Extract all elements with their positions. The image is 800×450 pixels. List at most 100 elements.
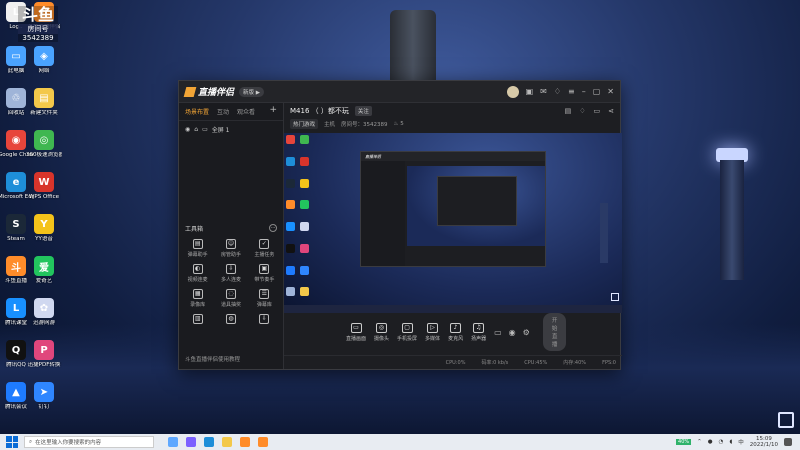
toolbox-grid: ▤ 弹幕助手 ☺ 房管助手 ✓ 主播任务 ◐ 视频连麦 ⇩ 多人连麦 ▣ 带节奏手 ▦ 录像库 ◌ 道具抽奖 ☰… (181, 239, 281, 326)
desktop-icon[interactable]: P 迅捷PDF转换 (26, 340, 62, 368)
tool-item[interactable]: ⇩ (248, 314, 281, 326)
tool-item[interactable]: ▥ (181, 314, 214, 326)
source-control[interactable]: ▷ 多媒体 (425, 322, 440, 342)
tool-item[interactable]: ☰ 弹幕库 (248, 289, 281, 308)
source-control[interactable]: ◎ 摄像头 (374, 322, 389, 342)
desktop-icon[interactable]: ✿ 迅游网游 (26, 298, 62, 326)
close-icon[interactable]: ✕ (607, 87, 614, 96)
tab-audience[interactable]: 观众看 (237, 107, 255, 116)
tab-interact[interactable]: 互动 (217, 107, 229, 116)
taskview-icon[interactable] (186, 437, 196, 447)
app-icon: W (34, 172, 54, 192)
status-cpu-total: CPU:45% (524, 359, 548, 366)
preview-taskbar (284, 305, 622, 313)
desktop-icon[interactable]: 爱爱奇艺 (26, 256, 62, 284)
taskbar-search[interactable]: ⌕ 在这里输入你要搜索的内容 (24, 436, 154, 448)
room-title[interactable]: M416 （ ）都不玩 (290, 106, 349, 116)
live-preview[interactable]: 直播伴侣 (284, 133, 622, 313)
app-icon: ➤ (34, 382, 54, 402)
tool-item[interactable]: ▦ 录像库 (181, 289, 214, 308)
tool-icon: ◌ (225, 289, 236, 299)
clock[interactable]: 15:09 2022/1/10 (750, 436, 778, 448)
desktop-icon[interactable]: ➤ 钉钉 (26, 382, 62, 410)
bag-icon[interactable]: ▤ (565, 107, 572, 115)
app-icon: ▲ (6, 382, 26, 402)
tool-icon: ▣ (259, 264, 270, 274)
douyu-taskbar-icon[interactable] (240, 437, 250, 447)
eye-icon[interactable]: ◉ (185, 126, 190, 133)
minimize-icon[interactable]: – (582, 87, 586, 96)
taskbar-search-icon[interactable] (168, 437, 178, 447)
preview-mini-icon (300, 287, 309, 297)
preview-mini-icon (286, 200, 295, 210)
tool-label: 房管助手 (220, 252, 241, 258)
desktop-icon[interactable]: W WPS Office (26, 172, 62, 200)
start-button[interactable] (6, 436, 18, 448)
explorer-icon[interactable] (222, 437, 232, 447)
message-icon[interactable]: ▣ (526, 87, 534, 96)
desktop-icon-label: 网络 (38, 68, 50, 74)
title-bar[interactable]: 直播伴侣 新版 ▶ ▣ ✉ ♢ ≡ – ▢ ✕ (179, 81, 620, 103)
room-header: M416 （ ）都不玩 关注 ▤ ♢ ▭ ⋖ 热门游戏 主机 房间号：35423… (284, 103, 620, 132)
tool-item[interactable]: ▣ 带节奏手 (248, 264, 281, 283)
desktop-icon[interactable]: ▤ 新建文件夹 (26, 88, 62, 116)
tool-label: 多人连麦 (220, 277, 241, 283)
tool-item[interactable]: ◍ (214, 314, 247, 326)
lock-icon[interactable]: ⌂ (194, 126, 198, 133)
avatar[interactable] (506, 85, 519, 98)
tool-item[interactable]: ☺ 房管助手 (214, 239, 247, 258)
menu-icon[interactable]: ≡ (568, 87, 575, 96)
source-control[interactable]: ♪ 麦克风 (448, 322, 463, 342)
desktop-icon-label: YY语音 (35, 236, 53, 242)
share-icon[interactable]: ⋖ (608, 107, 614, 115)
ime-icon[interactable]: 中 (738, 438, 744, 446)
wallpaper-rock (390, 10, 436, 90)
desktop-icon[interactable]: ◎ 360极速浏览器 (26, 130, 62, 158)
heat-count: ♨ 5 (393, 121, 404, 127)
tool-item[interactable]: ◌ 道具抽奖 (214, 289, 247, 308)
app-icon: S (6, 214, 26, 234)
volume-icon[interactable]: ◖ (729, 439, 732, 445)
notification-icon[interactable] (784, 438, 792, 446)
tool-item[interactable]: ✓ 主播任务 (248, 239, 281, 258)
version-badge[interactable]: 新版 ▶ (239, 86, 264, 97)
network-icon[interactable]: ◔ (719, 439, 724, 445)
mic-icon[interactable]: ● (708, 439, 713, 445)
settings-icon[interactable]: ⚙ (523, 328, 530, 337)
tutorial-link[interactable]: 斗鱼直播伴侣使用教程 (185, 355, 240, 363)
shirt-icon[interactable]: ♢ (554, 87, 561, 96)
record-icon[interactable]: ▭ (494, 328, 502, 337)
nested-title: 直播伴侣 (361, 152, 545, 161)
source-control[interactable]: ▢ 手机投屏 (397, 322, 417, 342)
douyu-companion-taskbar-icon[interactable] (258, 437, 268, 447)
desktop-icon[interactable]: Y YY语音 (26, 214, 62, 242)
monitor-icon[interactable]: ▭ (594, 107, 601, 115)
tool-item[interactable]: ⇩ 多人连麦 (214, 264, 247, 283)
go-live-button[interactable]: 开始直播 (542, 313, 567, 351)
chevron-up-icon[interactable]: ⌃ (697, 439, 702, 445)
more-tools-icon[interactable]: ··· (269, 224, 277, 232)
follow-button[interactable]: 关注 (354, 106, 372, 116)
battery-badge[interactable]: 40% (676, 439, 692, 445)
status-bar: CPU:0% 码率:0 kb/s CPU:45% 内存:40% FPS:0 (284, 355, 622, 369)
add-scene-icon[interactable]: + (269, 106, 277, 116)
source-control[interactable]: ♫ 扬声器 (471, 322, 486, 342)
toolbox-header: 工具箱 ··· (185, 224, 277, 233)
source-control[interactable]: ▭ 直播画面 (346, 322, 366, 342)
tab-scene[interactable]: 场景布置 (185, 107, 209, 116)
tool-item[interactable]: ▤ 弹幕助手 (181, 239, 214, 258)
desktop-icon-label: 新建文件夹 (30, 110, 58, 116)
category[interactable]: 主机 (324, 120, 335, 128)
edge-icon[interactable] (204, 437, 214, 447)
category-chip[interactable]: 热门游戏 (290, 119, 319, 129)
tool-item[interactable]: ◐ 视频连麦 (181, 264, 214, 283)
eye-icon[interactable]: ◉ (509, 328, 516, 337)
maximize-icon[interactable]: ▢ (593, 87, 601, 96)
scene-item[interactable]: ◉ ⌂ ▭ 全屏 1 (179, 121, 283, 138)
gift-icon[interactable]: ✉ (540, 87, 547, 96)
shirt-icon[interactable]: ♢ (579, 107, 585, 115)
desktop-icon-label: 迅游网游 (32, 320, 55, 326)
live-companion-window: 直播伴侣 新版 ▶ ▣ ✉ ♢ ≡ – ▢ ✕ 场景布置 互动 观众看 + ◉ … (178, 80, 622, 370)
app-icon: Q (6, 340, 26, 360)
desktop-icon[interactable]: ◈ 网络 (26, 46, 62, 74)
